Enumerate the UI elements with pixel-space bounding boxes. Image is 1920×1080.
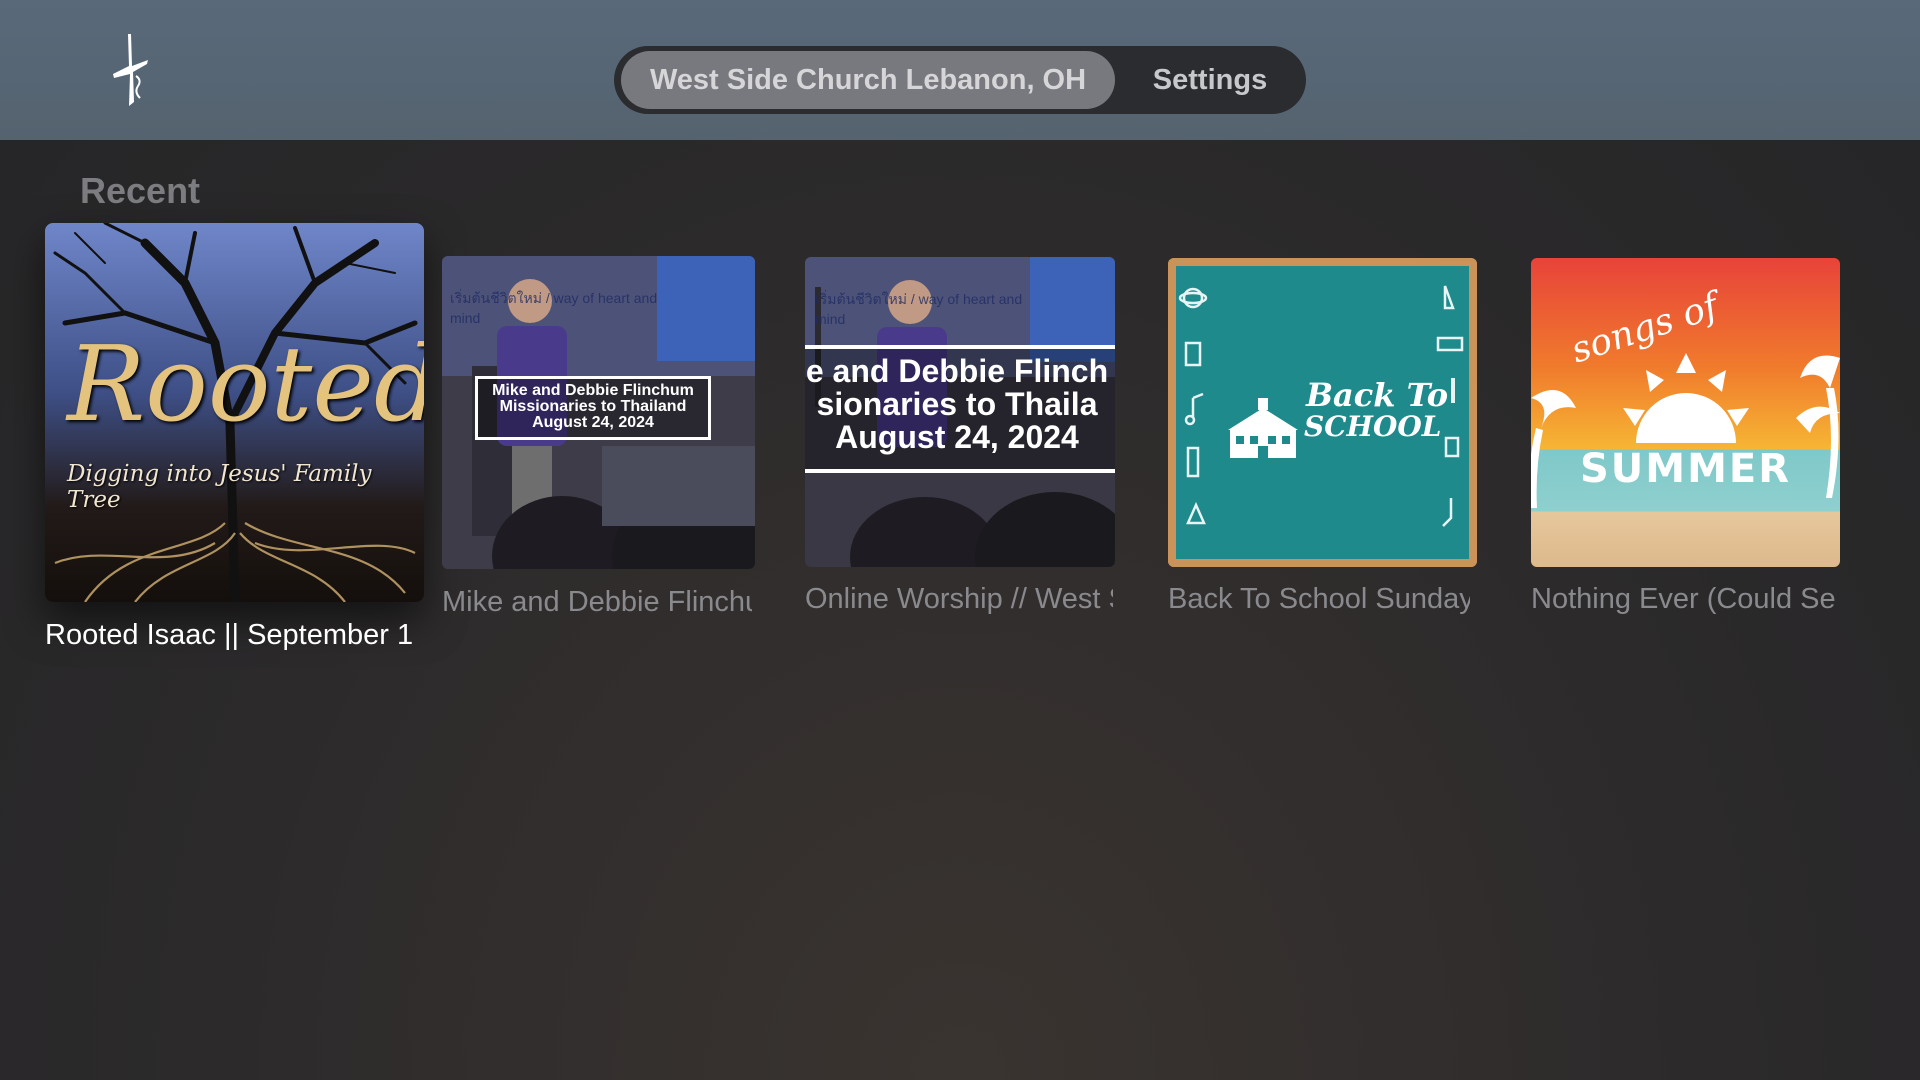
top-bar: West Side Church Lebanon, OH Settings [0,0,1920,140]
overlay-line: August 24, 2024 [835,419,1079,455]
art-line1: Back To [1306,376,1449,414]
video-card[interactable]: songs of SUMMER Nothing Ever (Could Sepa… [1531,258,1840,628]
top-nav: West Side Church Lebanon, OH Settings [614,46,1306,114]
video-card[interactable]: เริ่มต้นชีวิตใหม่ / way of heart and min… [805,257,1115,627]
wall-text: เริ่มต้นชีวิตใหม่ / way of heart and min… [815,291,1023,327]
section-title-recent: Recent [80,170,201,211]
video-thumbnail: เริ่มต้นชีวิตใหม่ / way of heart and min… [805,257,1115,567]
video-card[interactable]: Back To SCHOOL Back To School Sunday [1168,258,1477,628]
video-card[interactable]: Rooted Rooted Digging into Jesus' Family… [45,223,424,663]
art-subtitle: Digging into Jesus' Family Tree [67,461,372,513]
art-overlay-box: e and Debbie Flinch sionaries to Thaila … [805,345,1115,473]
video-title: Nothing Ever (Could Separate Us) [1531,583,1837,615]
cross-logo-icon [100,30,160,110]
video-title: Mike and Debbie Flinchum [442,586,752,618]
overlay-line: sionaries to Thaila [816,386,1098,422]
video-card[interactable]: เริ่มต้นชีวิตใหม่ / way of heart and min… [442,256,755,626]
wall-text: เริ่มต้นชีวิตใหม่ / way of heart and min… [450,290,658,326]
video-thumbnail: เริ่มต้นชีวิตใหม่ / way of heart and min… [442,256,755,569]
tab-settings[interactable]: Settings [1120,51,1300,109]
video-title: Back To School Sunday [1168,583,1470,615]
overlay-line: August 24, 2024 [532,414,654,431]
video-thumbnail: Rooted Rooted Digging into Jesus' Family… [45,223,424,602]
art-title: Rooted [67,323,424,445]
overlay-line: Mike and Debbie Flinchum [492,382,694,399]
art-overlay-box: Mike and Debbie Flinchum Missionaries to… [475,376,711,440]
tab-church[interactable]: West Side Church Lebanon, OH [621,51,1115,109]
art-line2: SCHOOL [1304,410,1442,443]
video-title: Online Worship // West Side [805,583,1113,615]
video-title: Rooted Isaac || September 1 [45,619,414,651]
video-thumbnail: Back To SCHOOL [1168,258,1477,567]
art-line2: SUMMER [1579,446,1792,492]
overlay-line: Missionaries to Thailand [499,398,687,415]
overlay-line: e and Debbie Flinch [805,353,1109,389]
video-thumbnail: songs of SUMMER [1531,258,1840,567]
